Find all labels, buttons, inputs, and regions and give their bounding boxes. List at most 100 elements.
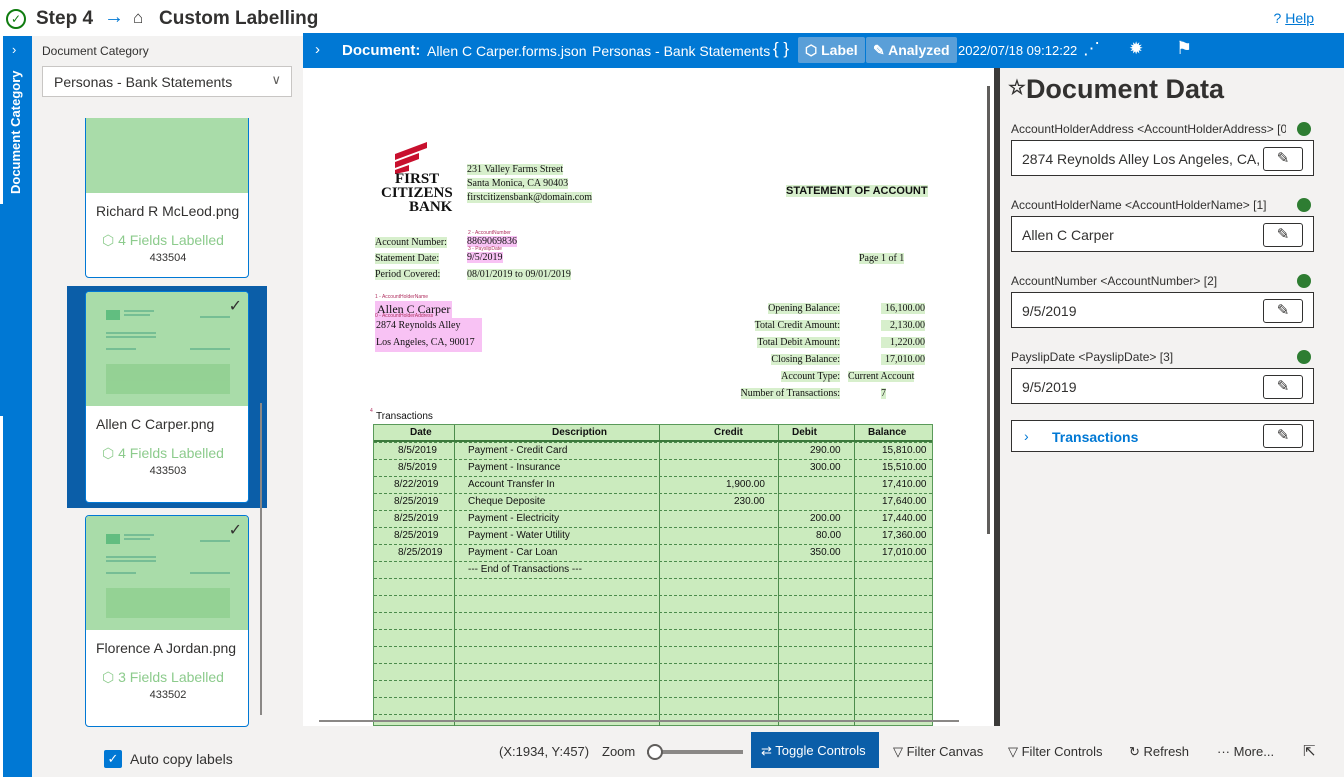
fields-labelled: ⬡ 4 Fields Labelled	[102, 232, 224, 248]
zoom-slider[interactable]	[647, 744, 743, 760]
refresh-button[interactable]: ↻ Refresh	[1129, 744, 1189, 760]
bank-email: firstcitizensbank@domain.com	[467, 192, 593, 203]
table-row: 8/25/2019 Payment - Water Utility 80.00 17,…	[374, 527, 932, 544]
table-row: --- End of Transactions ---	[374, 561, 932, 578]
star-icon: ☆	[1008, 77, 1026, 99]
check-circle-icon: ✓	[6, 9, 26, 29]
document-label: Document:	[342, 42, 421, 59]
edit-pencil-icon[interactable]: ✎	[1263, 299, 1303, 323]
status-dot	[1297, 122, 1311, 136]
edit-pencil-icon[interactable]: ✎	[1263, 375, 1303, 399]
thumbnail-doc-preview	[106, 310, 230, 394]
top-bar: ✓ Step 4 → ⌂ Custom Labelling ? Help	[0, 0, 1344, 36]
transactions-heading: Transactions	[376, 411, 433, 422]
card-filename: Allen C Carper.png	[96, 416, 215, 432]
refresh-icon: ↻	[1129, 744, 1144, 759]
filter-controls-button[interactable]: ▽ Filter Controls	[1008, 744, 1103, 760]
table-row: 8/5/2019 Payment - Insurance 300.00 15,510.…	[374, 459, 932, 476]
edit-pencil-icon[interactable]: ✎	[1263, 223, 1303, 247]
cursor-coordinates: (X:1934, Y:457)	[499, 744, 590, 759]
rail-label: Document Category	[8, 70, 23, 194]
field-value-input[interactable]: 9/5/2019 ✎	[1011, 368, 1314, 404]
tag-icon: ⌂	[133, 8, 144, 27]
sidebar: Document Category Personas - Bank Statem…	[32, 36, 303, 777]
analyze-icon: ✎	[873, 42, 889, 58]
checkmark-icon: ✓	[228, 522, 242, 539]
tag-icon: ⬡	[805, 42, 822, 58]
canvas-vertical-scrollbar[interactable]	[987, 86, 990, 534]
table-row: 8/25/2019 Payment - Electricity 200.00 17,4…	[374, 510, 932, 527]
expand-chevron-icon[interactable]: ›	[12, 42, 16, 57]
tag-icon: ⬡	[102, 445, 119, 461]
zoom-label: Zoom	[602, 744, 636, 759]
field-value-input[interactable]: 2874 Reynolds Alley Los Angeles, CA, 900…	[1011, 140, 1314, 176]
document-canvas[interactable]: FIRST CITIZENS BANK 231 Valley Farms Str…	[303, 68, 997, 726]
chevron-right-icon[interactable]: ›	[315, 41, 320, 58]
json-braces-icon[interactable]: { }	[773, 39, 789, 59]
card-id: 433503	[149, 465, 187, 477]
document-thumbnail	[86, 516, 248, 630]
bank-name: FIRST CITIZENS BANK	[381, 171, 453, 215]
analyzed-button[interactable]: ✎ Analyzed	[866, 37, 957, 63]
transactions-table[interactable]: Date Description Credit Debit Balance 8/…	[373, 424, 933, 726]
table-row: 8/25/2019 Cheque Deposite 230.00 17,640.00	[374, 493, 932, 510]
toggle-controls-button[interactable]: ⇄ Toggle Controls	[751, 732, 879, 768]
more-button[interactable]: ··· More...	[1217, 744, 1274, 759]
statement-date-label: Statement Date:	[375, 253, 440, 264]
statement-title: STATEMENT OF ACCOUNT	[786, 185, 928, 197]
period-value: 08/01/2019 to 09/01/2019	[467, 269, 571, 280]
edit-pencil-icon[interactable]: ✎	[1263, 147, 1303, 171]
thumbnail-card-selected[interactable]: ✓ Allen C Carper.png ⬡ 4 Fields Labelled…	[85, 291, 249, 503]
status-dot	[1297, 274, 1311, 288]
thumbnail-doc-preview	[106, 534, 230, 618]
account-number-label: Account Number:	[375, 237, 447, 248]
canvas-toolbar: (X:1934, Y:457) Zoom ⇄ Toggle Controls ▽…	[303, 726, 1344, 777]
bank-logo	[395, 142, 427, 174]
period-label: Period Covered:	[375, 269, 441, 280]
statement-date-value[interactable]: 9/5/2019	[467, 252, 503, 263]
filter-canvas-button[interactable]: ▽ Filter Canvas	[893, 744, 983, 760]
fields-labelled: ⬡ 3 Fields Labelled	[102, 669, 224, 685]
bank-address-2: Santa Monica, CA 90403	[467, 178, 569, 189]
account-holder-city[interactable]: Los Angeles, CA, 90017	[376, 337, 475, 348]
card-filename: Richard R McLeod.png	[96, 203, 240, 219]
checkmark-icon: ✓	[228, 298, 242, 315]
thumbnail-card[interactable]: ✓ Florence A Jordan.png ⬡ 3 Fields Label…	[85, 515, 249, 727]
document-category: Personas - Bank Statements	[592, 43, 771, 59]
help-link[interactable]: ? Help	[1274, 10, 1314, 26]
thumbnail-card[interactable]: Richard R McLeod.png ⬡ 4 Fields Labelled…	[85, 118, 249, 278]
page-number: Page 1 of 1	[859, 253, 905, 264]
share-icon[interactable]: ⋰	[1083, 39, 1100, 59]
popout-icon[interactable]: ⇱	[1303, 742, 1316, 760]
flag-icon[interactable]: ⚑	[1176, 38, 1192, 59]
bug-icon[interactable]: ✹	[1129, 39, 1143, 59]
ellipsis-icon: ···	[1217, 744, 1234, 759]
canvas-horizontal-scrollbar[interactable]	[319, 720, 959, 722]
filter-icon: ▽	[1008, 744, 1022, 759]
timestamp: 2022/07/18 09:12:22	[958, 43, 1078, 58]
field-value-input[interactable]: Allen C Carper ✎	[1011, 216, 1314, 252]
account-holder-street[interactable]: 2874 Reynolds Alley	[376, 320, 460, 331]
chevron-down-icon: ∨	[271, 72, 281, 87]
status-dot	[1297, 350, 1311, 364]
panel-title: ☆Document Data	[1008, 74, 1224, 104]
tag-icon: ⬡	[102, 669, 119, 685]
thumbnail-scrollbar[interactable]	[260, 403, 262, 715]
transactions-field[interactable]: › Transactions ✎	[1011, 420, 1314, 452]
thumbnail-list: Richard R McLeod.png ⬡ 4 Fields Labelled…	[32, 118, 303, 728]
category-dropdown[interactable]: Personas - Bank Statements ∨	[42, 66, 292, 97]
bank-address-1: 231 Valley Farms Street	[467, 164, 564, 175]
status-dot	[1297, 198, 1311, 212]
category-label: Document Category	[42, 44, 149, 58]
table-header: Date Description Credit Debit Balance	[374, 425, 932, 442]
field-value-input[interactable]: 9/5/2019 ✎	[1011, 292, 1314, 328]
zoom-slider-handle[interactable]	[647, 744, 663, 760]
edit-pencil-icon[interactable]: ✎	[1263, 424, 1303, 448]
label-button[interactable]: ⬡ Label	[798, 37, 865, 63]
table-row: 8/22/2019 Account Transfer In 1,900.00 17,4…	[374, 476, 932, 493]
fields-labelled: ⬡ 4 Fields Labelled	[102, 445, 224, 461]
card-filename: Florence A Jordan.png	[96, 640, 237, 656]
page-title: Custom Labelling	[159, 8, 319, 29]
chevron-right-icon[interactable]: ›	[1024, 428, 1029, 444]
checkbox-checked-icon: ✓	[104, 750, 122, 768]
